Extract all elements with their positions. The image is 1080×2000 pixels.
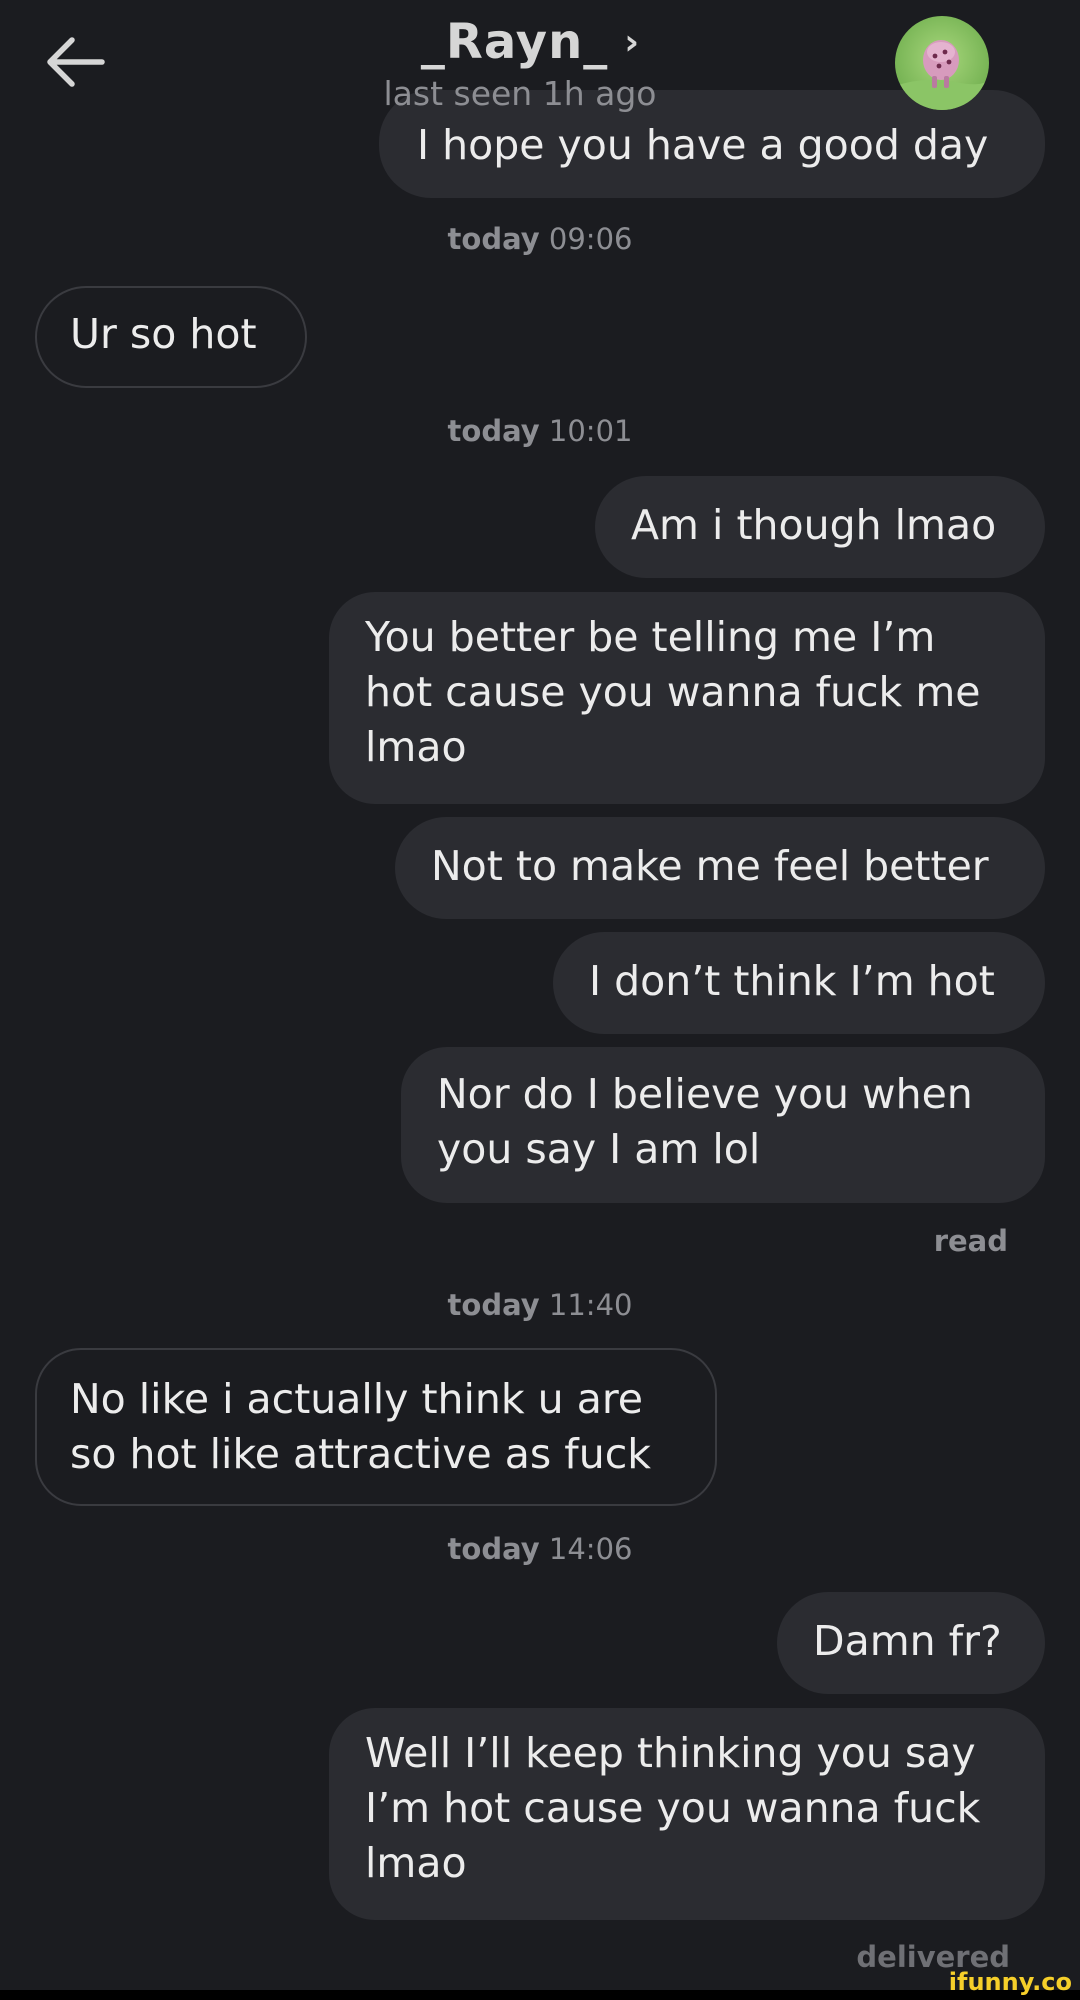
outgoing-message[interactable]: Am i though lmao	[595, 476, 1045, 578]
outgoing-message[interactable]: Not to make me feel better	[395, 817, 1045, 919]
incoming-message[interactable]: Ur so hot	[35, 286, 307, 388]
profile-avatar-icon	[895, 16, 989, 110]
chevron-right-icon: ›	[624, 22, 640, 63]
timestamp: today 14:06	[0, 1532, 1080, 1566]
timestamp-day: today	[447, 1288, 540, 1322]
read-receipt: read	[933, 1224, 1008, 1258]
timestamp-day: today	[447, 222, 540, 256]
outgoing-message[interactable]: Damn fr?	[777, 1592, 1045, 1694]
timestamp-time: 10:01	[548, 414, 633, 448]
avatar[interactable]	[895, 16, 989, 110]
timestamp-time: 14:06	[548, 1532, 633, 1566]
outgoing-message[interactable]: You better be telling me I’m hot cause y…	[329, 592, 1045, 804]
bottom-bar	[0, 1990, 1080, 2000]
timestamp: today 10:01	[0, 414, 1080, 448]
outgoing-message[interactable]: Nor do I believe you when you say I am l…	[401, 1047, 1045, 1203]
incoming-message[interactable]: No like i actually think u are so hot li…	[35, 1348, 717, 1506]
outgoing-message[interactable]: I don’t think I’m hot	[553, 932, 1045, 1034]
message-thread[interactable]: I hope you have a good day today 09:06 U…	[0, 0, 1080, 1990]
chat-header: _Rayn_ › last seen 1h ago	[0, 0, 1080, 122]
timestamp: today 11:40	[0, 1288, 1080, 1322]
timestamp-time: 11:40	[548, 1288, 633, 1322]
timestamp-time: 09:06	[548, 222, 633, 256]
contact-name: _Rayn_	[420, 14, 609, 70]
timestamp-day: today	[447, 1532, 540, 1566]
timestamp: today 09:06	[0, 222, 1080, 256]
last-seen-text: last seen 1h ago	[383, 74, 657, 113]
timestamp-day: today	[447, 414, 540, 448]
outgoing-message[interactable]: Well I’ll keep thinking you say I’m hot …	[329, 1708, 1045, 1920]
watermark: ifunny.co	[948, 1968, 1072, 1996]
